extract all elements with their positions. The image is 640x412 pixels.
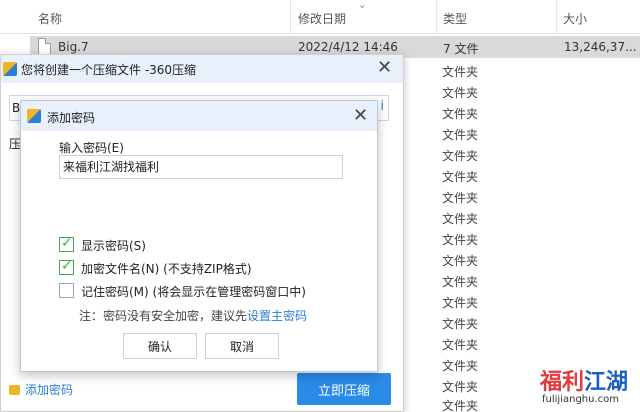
folder-type-cell[interactable]: 文件夹 (442, 336, 478, 353)
folder-type-cell[interactable]: 文件夹 (442, 294, 478, 311)
password-input-label: 输入密码(E) (59, 141, 124, 155)
folder-type-cell[interactable]: 文件夹 (442, 378, 478, 395)
compress-dialog-title: 您将创建一个压缩文件 -360压缩 (21, 63, 197, 77)
watermark-part2: 江湖 (584, 370, 629, 395)
add-password-dialog: 添加密码 ✕ 输入密码(E) 来福利江湖找福利 显示密码(S) 加密文件名(N)… (20, 100, 378, 372)
lock-icon (9, 385, 20, 395)
path-prefix: B (12, 101, 21, 115)
confirm-button[interactable]: 确认 (123, 333, 197, 359)
app-360-icon (3, 62, 17, 76)
path-suffix: i (380, 99, 384, 114)
add-password-link[interactable]: 添加密码 (9, 381, 73, 398)
column-divider[interactable] (436, 0, 437, 34)
folder-type-cell[interactable]: 文件夹 (442, 231, 478, 248)
folder-type-cell[interactable]: 文件夹 (442, 147, 478, 164)
folder-type-cell[interactable]: 文件夹 (442, 397, 478, 412)
encrypt-filenames-checkbox[interactable] (59, 258, 74, 275)
column-header: 名称 ⌄ 修改日期 类型 大小 (0, 0, 640, 34)
set-master-password-link[interactable]: 设置主密码 (247, 309, 307, 323)
add-password-link-label: 添加密码 (25, 383, 74, 397)
watermark-logo: 福利江湖 fulijianghu.com (540, 364, 636, 410)
file-name: Big.7 (58, 40, 89, 54)
watermark-title: 福利江湖 (540, 364, 628, 396)
file-icon (38, 38, 51, 55)
show-password-checkbox[interactable] (59, 235, 74, 252)
close-icon[interactable]: ✕ (377, 57, 392, 78)
folder-type-cell[interactable]: 文件夹 (442, 252, 478, 269)
folder-type-cell[interactable]: 文件夹 (442, 168, 478, 185)
remember-password-label: 记住密码(M) (将会显示在管理密码窗口中) (81, 285, 306, 299)
column-name[interactable]: 名称 (38, 10, 62, 27)
folder-type-cell[interactable]: 文件夹 (442, 357, 478, 374)
folder-type-cell[interactable]: 文件夹 (442, 105, 478, 122)
show-password-label: 显示密码(S) (81, 239, 146, 253)
add-password-titlebar[interactable]: 添加密码 ✕ (21, 101, 377, 131)
password-note: 注：密码没有安全加密，建议先设置主密码 (79, 307, 307, 324)
column-date[interactable]: 修改日期 (298, 10, 346, 27)
column-divider[interactable] (556, 0, 557, 34)
cancel-button[interactable]: 取消 (205, 333, 279, 359)
column-divider[interactable] (290, 0, 291, 34)
watermark-url: fulijianghu.com (542, 394, 619, 405)
file-size: 13,246,37... (564, 40, 637, 54)
folder-type-cell[interactable]: 文件夹 (442, 84, 478, 101)
folder-type-cell[interactable]: 文件夹 (442, 210, 478, 227)
remember-password-checkbox[interactable] (59, 283, 74, 298)
add-password-title: 添加密码 (47, 111, 96, 125)
close-icon[interactable]: ✕ (353, 105, 368, 126)
start-compress-button[interactable]: 立即压缩 (297, 373, 391, 405)
folder-type-cell[interactable]: 文件夹 (442, 273, 478, 290)
app-360-icon (27, 109, 41, 123)
file-type: 7 文件 (443, 42, 479, 56)
folder-type-cell[interactable]: 文件夹 (442, 189, 478, 206)
folder-type-cell[interactable]: 文件夹 (442, 63, 478, 80)
chevron-down-icon: ⌄ (358, 0, 367, 11)
column-type[interactable]: 类型 (443, 10, 467, 27)
folder-type-cell[interactable]: 文件夹 (442, 315, 478, 332)
folder-type-cell[interactable]: 文件夹 (442, 126, 478, 143)
file-date: 2022/4/12 14:46 (298, 40, 398, 54)
password-input[interactable]: 来福利江湖找福利 (59, 155, 343, 179)
password-note-text: 注：密码没有安全加密，建议先 (79, 309, 248, 323)
encrypt-filenames-label: 加密文件名(N) (不支持ZIP格式) (81, 262, 252, 276)
column-size[interactable]: 大小 (563, 10, 587, 27)
compress-dialog-titlebar[interactable]: 您将创建一个压缩文件 -360压缩 ✕ (1, 55, 403, 83)
watermark-part1: 福利 (540, 370, 585, 395)
